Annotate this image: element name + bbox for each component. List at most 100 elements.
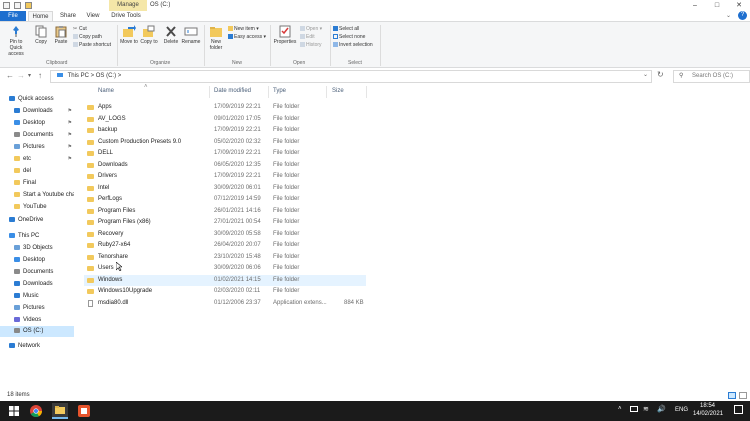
recent-locations-icon[interactable]: ▾	[28, 71, 31, 81]
file-row[interactable]: Program Files 26/01/2021 14:16 File folder	[84, 206, 366, 217]
volume-icon[interactable]: 🔊	[657, 405, 666, 413]
tab-share[interactable]: Share	[57, 11, 79, 21]
clock-date[interactable]: 14/02/2021	[693, 411, 723, 417]
sidebar-item[interactable]: Desktop ⚑	[0, 118, 74, 129]
column-header-date[interactable]: Date modified	[214, 88, 251, 94]
file-row[interactable]: Apps 17/09/2019 22:21 File folder	[84, 102, 366, 113]
file-row[interactable]: Downloads 06/05/2020 12:35 File folder	[84, 160, 366, 171]
file-row[interactable]: Ruby27-x64 26/04/2020 20:07 File folder	[84, 240, 366, 251]
screen-recorder-icon[interactable]	[76, 403, 92, 419]
back-arrow-icon[interactable]: ←	[6, 71, 14, 81]
refresh-icon[interactable]: ↻	[657, 70, 664, 80]
details-view-icon[interactable]	[728, 392, 736, 399]
sidebar-item[interactable]: Music	[0, 291, 74, 302]
rename-button[interactable]: Rename	[181, 25, 201, 45]
sidebar-item[interactable]: YouTube	[0, 202, 74, 213]
up-arrow-icon[interactable]: ↑	[38, 71, 42, 81]
history-button[interactable]: History	[300, 42, 322, 48]
file-row[interactable]: Program Files (x86) 27/01/2021 00:54 File …	[84, 217, 366, 228]
column-header-type[interactable]: Type	[273, 88, 286, 94]
manage-tab[interactable]: Manage	[109, 0, 147, 11]
copy-to-button[interactable]: Copy to	[140, 25, 158, 45]
sidebar-item[interactable]: OS (C:)	[0, 326, 74, 337]
address-dropdown-icon[interactable]: ⌄	[643, 70, 648, 80]
select-all-button[interactable]: Select all	[333, 26, 359, 32]
copy-path-button[interactable]: Copy path	[73, 34, 102, 40]
column-header-name[interactable]: Name	[98, 88, 114, 94]
sidebar-item[interactable]: Videos	[0, 315, 74, 326]
sidebar-item[interactable]: etc ⚑	[0, 154, 74, 165]
file-explorer-icon[interactable]	[52, 403, 68, 419]
search-input[interactable]: ⚲ Search OS (C:)	[673, 70, 750, 83]
new-folder-button[interactable]: New folder	[207, 25, 225, 51]
copy-button[interactable]: Copy	[32, 25, 50, 45]
column-divider[interactable]	[366, 86, 367, 98]
new-item-button[interactable]: New item ▾	[228, 26, 259, 32]
sidebar-item[interactable]: Documents	[0, 267, 74, 278]
sidebar-item[interactable]: 3D Objects	[0, 243, 74, 254]
file-row[interactable]: Intel 30/09/2020 06:01 File folder	[84, 183, 366, 194]
column-header-size[interactable]: Size	[332, 88, 344, 94]
chevron-up-icon[interactable]: ˄	[618, 406, 622, 412]
tab-drive-tools[interactable]: Drive Tools	[107, 11, 145, 21]
column-divider[interactable]	[209, 86, 210, 98]
sidebar-item[interactable]: Desktop	[0, 255, 74, 266]
sidebar-item[interactable]: Pictures ⚑	[0, 142, 74, 153]
sidebar-item[interactable]: Network	[0, 341, 74, 352]
properties-quick-icon[interactable]	[14, 2, 21, 9]
invert-selection-button[interactable]: Invert selection	[333, 42, 373, 48]
file-row[interactable]: backup 17/09/2019 22:21 File folder	[84, 125, 366, 136]
file-row[interactable]: Recovery 30/09/2020 05:58 File folder	[84, 229, 366, 240]
sidebar-item[interactable]: Final	[0, 178, 74, 189]
file-row[interactable]: Windows 01/02/2021 14:15 File folder	[84, 274, 366, 286]
cut-button[interactable]: ✂ Cut	[73, 26, 87, 32]
edit-button[interactable]: Edit	[300, 34, 315, 40]
wifi-icon[interactable]: ≋	[643, 405, 649, 413]
sidebar-item[interactable]: Pictures	[0, 303, 74, 314]
help-icon[interactable]: ?	[738, 11, 747, 20]
delete-button[interactable]: Delete	[161, 25, 181, 45]
paste-button[interactable]: Paste	[52, 25, 70, 45]
sidebar-item[interactable]: This PC	[0, 231, 74, 242]
address-field[interactable]: This PC > OS (C:) >	[50, 70, 652, 83]
file-row[interactable]: Windows10Upgrade 02/03/2020 02:11 File fol…	[84, 286, 366, 297]
sidebar-item[interactable]: Downloads	[0, 279, 74, 290]
file-row[interactable]: Custom Production Presets 9.0 05/02/2020 …	[84, 137, 366, 148]
file-row[interactable]: Tenorshare 23/10/2020 15:48 File folder	[84, 252, 366, 263]
column-divider[interactable]	[326, 86, 327, 98]
close-icon[interactable]: ✕	[728, 0, 750, 11]
chrome-icon[interactable]	[28, 403, 44, 419]
file-row[interactable]: Drivers 17/09/2019 22:21 File folder	[84, 171, 366, 182]
easy-access-button[interactable]: Easy access ▾	[228, 34, 266, 40]
file-row[interactable]: msdia80.dll 01/12/2006 23:37 Application e…	[84, 298, 366, 309]
notifications-icon[interactable]	[734, 405, 743, 414]
file-row[interactable]: AV_LOGS 09/01/2020 17:05 File folder	[84, 114, 366, 125]
maximize-icon[interactable]: □	[706, 0, 728, 11]
file-row[interactable]: DELL 17/09/2019 22:21 File folder	[84, 148, 366, 159]
new-folder-quick-icon[interactable]	[25, 2, 32, 9]
sidebar-item[interactable]: del	[0, 166, 74, 177]
properties-button[interactable]: Properties	[272, 25, 298, 45]
column-divider[interactable]	[268, 86, 269, 98]
sidebar-item[interactable]: Downloads ⚑	[0, 106, 74, 117]
sidebar-item[interactable]: Start a Youtube cha	[0, 190, 74, 201]
large-icons-view-icon[interactable]	[739, 392, 747, 399]
ribbon-expand-icon[interactable]: ⌄	[726, 12, 731, 19]
clock-time[interactable]: 18:54	[700, 403, 715, 409]
minimize-icon[interactable]: –	[684, 0, 706, 11]
windows-start-icon[interactable]	[6, 403, 22, 419]
pin-quick-access-button[interactable]: Pin to Quick access	[3, 25, 29, 57]
file-row[interactable]: Users 30/09/2020 06:06 File folder	[84, 263, 366, 274]
language-indicator[interactable]: ENG	[675, 407, 688, 413]
sidebar-item[interactable]: Quick access	[0, 94, 74, 105]
tab-file[interactable]: File	[0, 11, 26, 21]
tab-view[interactable]: View	[82, 11, 104, 21]
forward-arrow-icon[interactable]: →	[17, 71, 25, 81]
open-button[interactable]: Open ▾	[300, 26, 322, 32]
file-row[interactable]: PerfLogs 07/12/2019 14:59 File folder	[84, 194, 366, 205]
select-none-button[interactable]: Select none	[333, 34, 365, 40]
move-to-button[interactable]: Move to	[120, 25, 138, 45]
sidebar-item[interactable]: OneDrive	[0, 215, 74, 226]
battery-icon[interactable]	[630, 406, 638, 412]
paste-shortcut-button[interactable]: Paste shortcut	[73, 42, 111, 48]
